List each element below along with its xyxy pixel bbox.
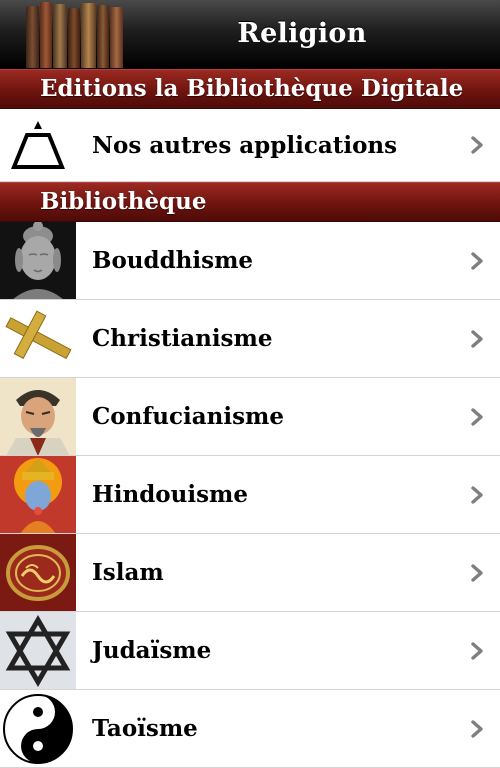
cross-icon — [0, 300, 76, 377]
confucius-portrait-icon — [0, 378, 76, 455]
list-item-buddhism[interactable]: Bouddhisme — [0, 222, 500, 300]
chevron-right-icon — [470, 251, 484, 271]
list-item-christianity[interactable]: Christianisme — [0, 300, 500, 378]
list-item-label: Confucianisme — [92, 403, 285, 430]
quran-cover-icon — [0, 534, 76, 611]
list-item-label: Hindouisme — [92, 481, 248, 508]
yin-yang-icon — [0, 690, 76, 767]
list-item-hinduism[interactable]: Hindouisme — [0, 456, 500, 534]
chevron-right-icon — [470, 719, 484, 739]
list-item-label: Bouddhisme — [92, 247, 254, 274]
chevron-right-icon — [470, 563, 484, 583]
pyramid-eye-icon — [0, 109, 76, 181]
list-item-confucianism[interactable]: Confucianisme — [0, 378, 500, 456]
chevron-right-icon — [470, 485, 484, 505]
buddha-head-icon — [0, 222, 76, 299]
page-title: Religion — [237, 18, 367, 49]
list-item-islam[interactable]: Islam — [0, 534, 500, 612]
list-item-label: Taoïsme — [92, 715, 198, 742]
star-of-david-icon — [0, 612, 76, 689]
hindu-deity-icon — [0, 456, 76, 533]
chevron-right-icon — [470, 641, 484, 661]
chevron-right-icon — [470, 329, 484, 349]
chevron-right-icon — [470, 135, 484, 155]
list-item-label: Judaïsme — [92, 637, 212, 664]
list-item-label: Nos autres applications — [92, 131, 398, 159]
section-header-library: Bibliothèque — [0, 182, 500, 222]
chevron-right-icon — [470, 407, 484, 427]
list-item-label: Christianisme — [92, 325, 273, 352]
list-item-other-apps[interactable]: Nos autres applications — [0, 109, 500, 182]
section-header-editions: Editions la Bibliothèque Digitale — [0, 69, 500, 109]
list-item-label: Islam — [92, 559, 164, 586]
list-item-judaism[interactable]: Judaïsme — [0, 612, 500, 690]
list-item-taoism[interactable]: Taoïsme — [0, 690, 500, 768]
navigation-bar: Religion — [0, 0, 500, 69]
